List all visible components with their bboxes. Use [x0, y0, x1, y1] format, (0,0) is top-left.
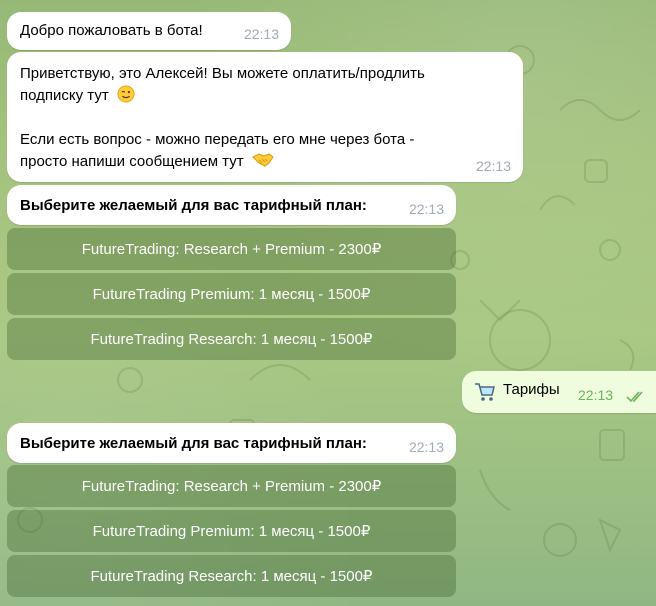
winking-face-icon [117, 85, 135, 103]
tariff-button-research-month[interactable]: FutureTrading Research: 1 месяц - 1500₽ [7, 318, 456, 360]
tariff-button-research-premium[interactable]: FutureTrading: Research + Premium - 2300… [7, 228, 456, 270]
message-line: Если есть вопрос - можно передать его мн… [20, 131, 415, 148]
message-text: Тарифы [503, 381, 560, 398]
message-timestamp: 22:13 [475, 158, 511, 174]
message-timestamp: 22:13 [243, 26, 279, 42]
read-double-check-icon [626, 391, 643, 403]
message-timestamp: 22:13 [408, 201, 444, 217]
tariff-button-research-month[interactable]: FutureTrading Research: 1 месяц - 1500₽ [7, 555, 456, 597]
message-timestamp: 22:13 [578, 387, 614, 403]
message-line: просто напиши сообщением тут [20, 151, 274, 173]
outgoing-message: Тарифы 22:13 [462, 371, 656, 413]
incoming-message: Выберите желаемый для вас тарифный план:… [7, 185, 456, 225]
message-text: Выберите желаемый для вас тарифный план: [20, 435, 367, 452]
tariff-button-premium-month[interactable]: FutureTrading Premium: 1 месяц - 1500₽ [7, 510, 456, 552]
incoming-message: Выберите желаемый для вас тарифный план:… [7, 423, 456, 463]
incoming-message: Приветствую, это Алексей! Вы можете опла… [7, 52, 523, 182]
tariff-button-premium-month[interactable]: FutureTrading Premium: 1 месяц - 1500₽ [7, 273, 456, 315]
shopping-cart-icon [475, 383, 495, 401]
message-timestamp: 22:13 [408, 439, 444, 455]
message-line: подписку тут [20, 85, 135, 107]
incoming-message: Добро пожаловать в бота! 22:13 [7, 12, 291, 50]
handshake-icon [251, 153, 274, 167]
tariff-button-research-premium[interactable]: FutureTrading: Research + Premium - 2300… [7, 465, 456, 507]
message-line: Приветствую, это Алексей! Вы можете опла… [20, 65, 425, 82]
message-text: Выберите желаемый для вас тарифный план: [20, 197, 367, 214]
message-text: Добро пожаловать в бота! [20, 22, 203, 39]
